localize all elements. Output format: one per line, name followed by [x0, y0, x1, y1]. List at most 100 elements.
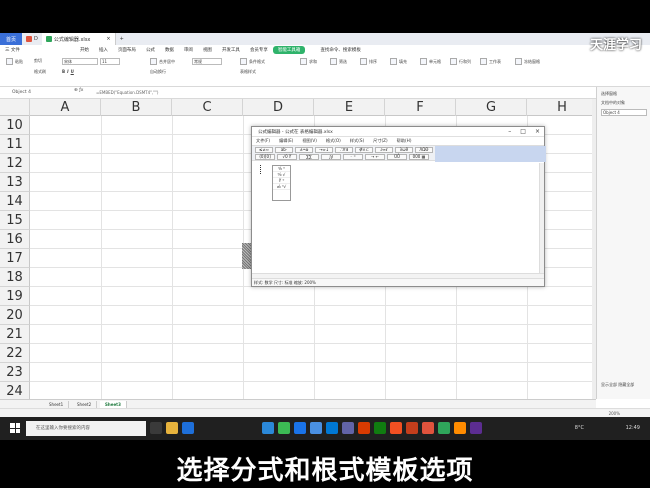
format-painter-button[interactable]: 格式刷 — [34, 69, 46, 75]
font-name-select[interactable]: 宋体 — [62, 58, 98, 65]
template-palette-button[interactable]: √0 ∛ — [277, 154, 297, 160]
eq-menu-style[interactable]: 样式(S) — [350, 138, 364, 144]
selection-pane-footer[interactable]: 显示全部 隐藏全部 — [601, 382, 634, 388]
selection-pane-item[interactable]: Object 4 — [601, 109, 647, 116]
name-box[interactable]: Object 4 — [12, 89, 56, 96]
symbol-palette-button[interactable]: ∂∞ℓ — [375, 147, 393, 153]
template-palette-button[interactable]: → ← — [365, 154, 385, 160]
minimize-icon[interactable]: – — [508, 127, 511, 137]
equation-editing-area[interactable]: ⁰⁄₀ ⁰ ⁰⁄₀ √ ∜ ⁰ ₀⁄₀ ⁰√ — [252, 163, 544, 273]
close-icon[interactable]: × — [535, 127, 540, 137]
template-palette-button[interactable]: ∫∮ — [321, 154, 341, 160]
bold-button[interactable]: B I U — [62, 69, 74, 74]
row-header[interactable]: 11 — [0, 135, 30, 154]
zoom-level[interactable]: 200% — [609, 410, 620, 417]
menu-view[interactable]: 视图 — [198, 47, 217, 53]
template-palette-button[interactable]: ŪŮ — [387, 154, 407, 160]
symbol-palette-button[interactable]: ∴∀∃ — [335, 147, 353, 153]
eq-menu-format[interactable]: 格式(O) — [326, 138, 341, 144]
symbol-palette-button[interactable]: →⇔↓ — [315, 147, 333, 153]
row-header[interactable]: 14 — [0, 192, 30, 211]
formula-input[interactable]: =EMBED("Equation.DSMT4","") — [96, 89, 316, 96]
row-header[interactable]: 24 — [0, 382, 30, 399]
sheet-tab-2[interactable]: Sheet2 — [72, 401, 98, 408]
task-view-icon[interactable] — [150, 422, 162, 434]
paste-button[interactable]: 粘贴 — [6, 58, 23, 65]
column-header[interactable]: H — [527, 99, 592, 116]
menu-file[interactable]: 三 文件 — [0, 47, 25, 53]
equation-vertical-scrollbar[interactable] — [539, 163, 544, 273]
symbol-palette-button[interactable]: ≤≠≈ — [255, 147, 273, 153]
sheet-tab-1[interactable]: Sheet1 — [44, 401, 70, 408]
app-icon-3[interactable] — [326, 422, 338, 434]
symbol-palette-button[interactable]: ∉∩⊂ — [355, 147, 373, 153]
table-style-button[interactable]: 表格样式 — [240, 69, 256, 75]
merge-center-button[interactable]: 合并居中 — [150, 58, 175, 65]
sum-button[interactable]: 求和 — [300, 58, 317, 65]
row-header[interactable]: 20 — [0, 306, 30, 325]
app-icon-8[interactable] — [406, 422, 418, 434]
row-header[interactable]: 16 — [0, 230, 30, 249]
font-size-select[interactable]: 11 — [100, 58, 120, 65]
wps-sheet-taskbar-icon[interactable] — [438, 422, 450, 434]
template-palette-button[interactable]: (0)[0] — [255, 154, 275, 160]
smart-toolbox-button[interactable]: 智能工具箱 — [272, 46, 306, 54]
row-header[interactable]: 19 — [0, 287, 30, 306]
column-header[interactable]: A — [30, 99, 101, 116]
app-icon-2[interactable] — [310, 422, 322, 434]
symbol-palette-button[interactable]: ΛΩΘ — [415, 147, 433, 153]
edge-icon[interactable] — [262, 422, 274, 434]
eq-menu-edit[interactable]: 编辑(E) — [279, 138, 293, 144]
worksheet-button[interactable]: 工作表 — [480, 58, 501, 65]
clock-text[interactable]: 12:49 — [626, 425, 640, 431]
windows-start-icon[interactable] — [10, 423, 20, 433]
tab-d[interactable]: D — [22, 33, 42, 45]
column-header[interactable]: D — [243, 99, 314, 116]
freeze-panes-button[interactable]: 冻结窗格 — [515, 58, 540, 65]
menu-home[interactable]: 开始 — [75, 47, 94, 53]
sheet-tab-3[interactable]: Sheet3 — [100, 401, 127, 408]
template-palette-button[interactable]: ⁻ ⁼ — [343, 154, 363, 160]
eq-menu-help[interactable]: 帮助(H) — [397, 138, 412, 144]
chrome-icon[interactable] — [278, 422, 290, 434]
add-tab-button[interactable]: + — [116, 33, 128, 45]
row-col-button[interactable]: 行和列 — [450, 58, 471, 65]
app-icon-9[interactable] — [454, 422, 466, 434]
menu-data[interactable]: 数据 — [160, 47, 179, 53]
number-format-select[interactable]: 常规 — [192, 58, 222, 65]
tab-document[interactable]: 公式编辑器.xlsx × — [41, 33, 116, 45]
menu-review[interactable]: 审阅 — [179, 47, 198, 53]
cut-button[interactable]: 剪切 — [34, 58, 42, 64]
select-all-corner[interactable] — [0, 99, 30, 116]
template-palette-button[interactable]: ∑∑ — [299, 154, 319, 160]
column-header[interactable]: E — [314, 99, 385, 116]
column-header[interactable]: F — [385, 99, 456, 116]
app-icon-5[interactable] — [358, 422, 370, 434]
eq-menu-view[interactable]: 视图(V) — [302, 138, 317, 144]
symbol-palette-button[interactable]: ±•⊗ — [295, 147, 313, 153]
symbol-palette-button[interactable]: λωθ — [395, 147, 413, 153]
cell-button[interactable]: 单元格 — [420, 58, 441, 65]
file-explorer-icon[interactable] — [166, 422, 178, 434]
column-header[interactable]: C — [172, 99, 243, 116]
filter-button[interactable]: 筛选 — [330, 58, 347, 65]
app-icon-6[interactable] — [374, 422, 386, 434]
taskbar-search-input[interactable]: 在这里输入你要搜索的内容 — [26, 421, 146, 436]
symbol-palette-button[interactable]: ab· — [275, 147, 293, 153]
row-header[interactable]: 12 — [0, 154, 30, 173]
conditional-format-button[interactable]: 条件格式 — [240, 58, 265, 65]
column-header[interactable]: G — [456, 99, 527, 116]
app-icon-10[interactable] — [470, 422, 482, 434]
weather-text[interactable]: 8°C — [575, 425, 584, 431]
menu-developer[interactable]: 开发工具 — [217, 47, 245, 53]
browser-icon[interactable] — [182, 422, 194, 434]
close-icon[interactable]: × — [106, 36, 110, 42]
template-palette-button[interactable]: 000 ▦ — [409, 154, 429, 160]
wps-taskbar-icon[interactable] — [422, 422, 434, 434]
command-search[interactable]: 查找命令、搜索模板 — [315, 47, 366, 53]
row-header[interactable]: 21 — [0, 325, 30, 344]
row-header[interactable]: 13 — [0, 173, 30, 192]
row-header[interactable]: 22 — [0, 344, 30, 363]
row-header[interactable]: 17 — [0, 249, 30, 268]
palette-option-4[interactable]: ₀⁄₀ ⁰√ — [273, 184, 290, 190]
